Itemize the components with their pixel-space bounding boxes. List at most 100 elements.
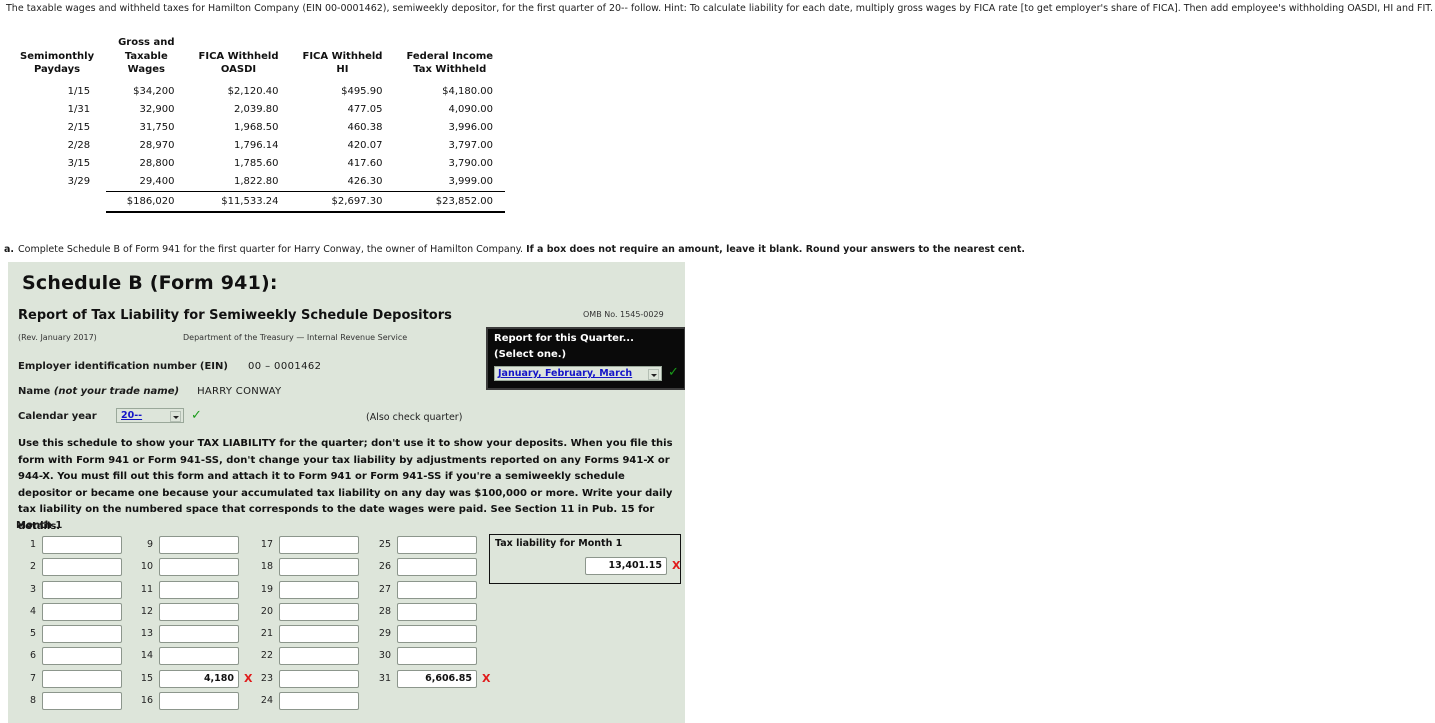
cell-fit: 4,090.00 [448, 104, 494, 115]
day-number: 10 [140, 561, 153, 573]
day-number: 24 [260, 695, 273, 707]
day-number: 7 [29, 672, 36, 684]
day-input-1[interactable] [42, 536, 122, 554]
day-input-18[interactable] [279, 558, 359, 577]
cell-oasdi: 2,039.80 [233, 104, 279, 115]
day-number: 16 [140, 695, 153, 707]
day-number: 28 [378, 605, 391, 617]
day-number: 26 [378, 561, 391, 573]
cell-oasdi: 1,968.50 [233, 122, 279, 133]
name-label: Name [18, 386, 51, 397]
cell-gross: 28,970 [139, 140, 175, 151]
day-input-24[interactable] [279, 692, 359, 711]
cell-total-fit: $23,852.00 [394, 190, 506, 213]
day-number: 14 [140, 650, 153, 662]
day-number: 8 [29, 695, 36, 707]
day-input-26[interactable] [397, 558, 477, 577]
form-instructions-paragraph: Use this schedule to show your TAX LIABI… [18, 438, 673, 532]
cell-oasdi: 1,822.80 [233, 176, 279, 187]
form-department-line: Department of the Treasury — Internal Re… [183, 333, 408, 342]
cell-hi: 417.60 [347, 158, 383, 169]
cell-gross: 31,750 [139, 122, 175, 133]
day-number: 27 [378, 583, 391, 595]
day-input-15[interactable]: 4,180 [159, 669, 239, 688]
day-mark-icon: X [482, 671, 491, 685]
report-for-quarter-box: Report for this Quarter... (Select one.)… [486, 327, 685, 390]
chevron-down-icon[interactable] [648, 369, 659, 380]
day-number: 29 [378, 628, 391, 640]
day-input-10[interactable] [159, 558, 239, 577]
day-input-16[interactable] [159, 692, 239, 711]
day-number: 13 [140, 628, 153, 640]
day-number: 5 [29, 628, 36, 640]
day-number: 12 [140, 605, 153, 617]
day-number: 20 [260, 605, 273, 617]
quarter-box-line1: Report for this Quarter... [494, 333, 634, 344]
cell-gross: 29,400 [139, 176, 175, 187]
day-number: 1 [29, 539, 36, 550]
day-input-13[interactable] [159, 625, 239, 644]
cell-gross: 32,900 [139, 104, 175, 115]
day-number: 18 [260, 561, 273, 573]
day-number: 30 [378, 650, 391, 662]
cell-payday: 2/15 [67, 122, 91, 133]
calendar-year-check-icon: ✓ [191, 408, 202, 423]
cell-payday: 1/15 [67, 86, 91, 97]
cell-oasdi: 1,796.14 [233, 140, 279, 151]
day-number: 3 [29, 583, 36, 595]
day-number: 22 [260, 650, 273, 662]
cell-total-hi: $2,697.30 [290, 190, 395, 213]
tax-liability-month-1-box: Tax liability for Month 1 13,401.15 X [489, 534, 681, 584]
cell-total-oasdi: $11,533.24 [186, 190, 291, 213]
day-input-21[interactable] [279, 625, 359, 644]
day-input-6[interactable] [42, 647, 122, 666]
day-number: 23 [260, 672, 273, 684]
table-totals-row: $186,020 $11,533.24 $2,697.30 $23,852.00 [8, 190, 506, 213]
omb-number: OMB No. 1545-0029 [583, 310, 664, 319]
day-input-30[interactable] [397, 647, 477, 666]
day-number: 19 [260, 583, 273, 595]
day-input-14[interactable] [159, 647, 239, 666]
day-input-23[interactable] [279, 669, 359, 688]
cell-total-gross: $186,020 [106, 190, 187, 213]
taxable-wages-table: Semimonthly Paydays Gross and Taxable Wa… [8, 36, 506, 213]
day-input-22[interactable] [279, 647, 359, 666]
tax-liability-input[interactable]: 13,401.15 [585, 557, 667, 575]
cell-payday: 3/15 [67, 158, 91, 169]
column-header-paydays: Semimonthly Paydays [20, 50, 95, 76]
quarter-select[interactable]: January, February, March [494, 366, 662, 381]
day-input-11[interactable] [159, 580, 239, 599]
day-input-20[interactable] [279, 602, 359, 621]
cell-fit: 3,996.00 [448, 122, 494, 133]
chevron-down-icon[interactable] [170, 411, 181, 422]
column-header-fit: Federal Income Tax Withheld [406, 50, 494, 76]
ein-value: 00 – 0001462 [247, 361, 322, 372]
day-input-27[interactable] [397, 580, 477, 599]
day-input-4[interactable] [42, 602, 122, 621]
day-number: 11 [140, 583, 153, 595]
ein-label: Employer identification number (EIN) [18, 361, 228, 372]
day-input-9[interactable] [159, 536, 239, 554]
day-input-31[interactable]: 6,606.85 [397, 669, 477, 688]
day-input-25[interactable] [397, 536, 477, 554]
column-header-gross-wages: Gross and Taxable Wages [118, 37, 175, 75]
day-number: 9 [146, 539, 153, 550]
part-a-instruction: a. Complete Schedule B of Form 941 for th… [4, 243, 1025, 256]
cell-hi: 460.38 [347, 122, 383, 133]
cell-total-label [8, 191, 106, 212]
table-row: 1/15 $34,200 $2,120.40 $495.90 $4,180.00 [8, 83, 505, 101]
day-input-2[interactable] [42, 558, 122, 577]
day-input-12[interactable] [159, 602, 239, 621]
day-input-8[interactable] [42, 692, 122, 711]
day-input-29[interactable] [397, 625, 477, 644]
table-header-row: Semimonthly Paydays Gross and Taxable Wa… [8, 36, 505, 83]
day-input-5[interactable] [42, 625, 122, 644]
day-input-28[interactable] [397, 602, 477, 621]
day-input-3[interactable] [42, 580, 122, 599]
calendar-year-select[interactable]: 20-- [116, 408, 184, 423]
also-check-quarter-note: (Also check quarter) [366, 412, 463, 423]
day-input-7[interactable] [42, 669, 122, 688]
cell-fit: 3,797.00 [448, 140, 494, 151]
day-input-19[interactable] [279, 580, 359, 599]
day-input-17[interactable] [279, 536, 359, 554]
